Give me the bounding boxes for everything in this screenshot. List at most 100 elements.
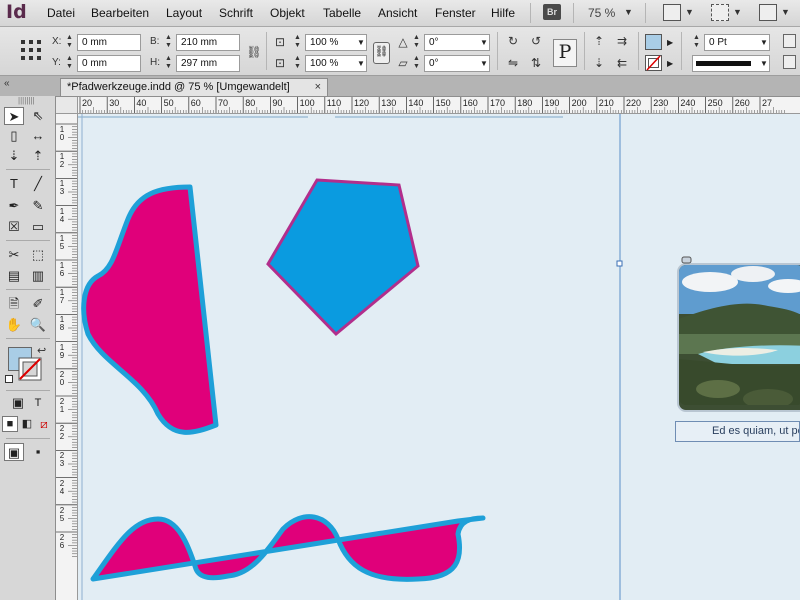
panel-separator — [681, 32, 682, 70]
apply-gradient-icon[interactable]: ◧ — [19, 416, 35, 432]
width-spinner[interactable]: ▲ ▼ — [164, 34, 173, 51]
content-placer-icon[interactable]: ⇡ — [28, 147, 48, 165]
panel-grip-icon[interactable]: |||||||| — [18, 96, 35, 105]
zoom-level-dropdown[interactable]: 75 % — [588, 0, 615, 26]
screen-mode-preview-icon[interactable]: ▪ — [28, 443, 48, 461]
type-tool-icon[interactable]: T — [4, 175, 24, 193]
direct-selection-tool-icon[interactable]: ⇖ — [28, 107, 48, 125]
pen-tool-icon[interactable]: ✒ — [4, 197, 24, 215]
rotate-counterclockwise-icon[interactable]: ↺ — [528, 33, 544, 49]
flip-horizontal-icon[interactable]: ⇋ — [505, 55, 521, 71]
wave-shape[interactable] — [90, 514, 486, 582]
menu-hilfe[interactable]: Hilfe — [491, 0, 515, 26]
view-options-icon[interactable] — [663, 4, 681, 21]
default-fill-stroke-icon[interactable] — [5, 375, 13, 383]
close-icon[interactable]: × — [315, 79, 321, 96]
canvas-artwork — [78, 114, 800, 600]
free-transform-tool-icon[interactable]: ⬚ — [28, 246, 48, 264]
collapse-panel-icon[interactable]: « — [4, 78, 10, 89]
rotation-spinner[interactable]: ▲ ▼ — [412, 34, 421, 51]
swap-fill-stroke-icon[interactable]: ↩ — [37, 344, 46, 357]
y-spinner[interactable]: ▲ ▼ — [65, 55, 74, 72]
formatting-text-icon[interactable]: T — [28, 394, 48, 412]
pencil-tool-icon[interactable]: ✎ — [28, 197, 48, 215]
document-canvas[interactable]: Ed es quiam, ut pe — [78, 114, 800, 600]
menu-schrift[interactable]: Schrift — [219, 0, 253, 26]
bridge-button[interactable]: Br — [543, 4, 561, 20]
rectangle-frame-tool-icon[interactable]: ☒ — [4, 218, 24, 236]
apply-none-icon[interactable]: ⧄ — [36, 416, 52, 432]
note-tool-icon[interactable]: 🗎 — [4, 295, 24, 313]
constrain-proportions-icon[interactable]: ⛓ — [246, 44, 262, 60]
rectangle-tool-icon[interactable]: ▭ — [28, 218, 48, 236]
line-tool-icon[interactable]: ╱ — [28, 175, 48, 193]
zoom-tool-icon[interactable]: 🔍 — [28, 316, 48, 334]
horizontal-ruler[interactable]: 20 30 40 50 60 70 80 90 100 110 120 130 140 150 160 170… — [78, 97, 800, 114]
width-label: B: — [150, 36, 160, 47]
chevron-down-icon: ▼ — [624, 7, 633, 17]
menu-ansicht[interactable]: Ansicht — [378, 0, 417, 26]
ruler-tick-label: 130 — [381, 98, 397, 108]
apply-color-icon[interactable]: ■ — [2, 416, 18, 432]
ruler-tick-label: 24 — [59, 478, 65, 496]
gradient-feather-tool-icon[interactable]: ▥ — [28, 267, 48, 285]
gap-tool-icon[interactable]: ↔ — [28, 127, 48, 145]
select-container-icon[interactable]: ⇡ — [591, 33, 607, 49]
eyedropper-tool-icon[interactable]: ✐ — [28, 295, 48, 313]
menu-objekt[interactable]: Objekt — [270, 0, 305, 26]
tool-separator — [6, 240, 50, 241]
page-tool-icon[interactable]: ▯ — [4, 127, 24, 145]
reference-point-icon[interactable] — [20, 39, 42, 61]
scale-x-spinner[interactable]: ▲ ▼ — [293, 34, 302, 51]
image-caption[interactable]: Ed es quiam, ut pe — [675, 421, 800, 442]
select-content-icon[interactable]: ⇣ — [591, 55, 607, 71]
arrange-documents-icon[interactable] — [759, 4, 777, 21]
scale-y-spinner[interactable]: ▲ ▼ — [293, 55, 302, 72]
bell-shape[interactable] — [81, 184, 219, 435]
menu-tabelle[interactable]: Tabelle — [323, 0, 361, 26]
height-spinner[interactable]: ▲ ▼ — [164, 55, 173, 72]
x-field[interactable]: 0 mm — [77, 34, 141, 51]
select-next-object-icon[interactable]: ⇉ — [614, 33, 630, 49]
height-field[interactable]: 297 mm — [176, 55, 240, 72]
stroke-weight-spinner[interactable]: ▲ ▼ — [692, 34, 701, 51]
scissors-tool-icon[interactable]: ✂ — [4, 246, 24, 264]
screen-mode-normal-icon[interactable]: ▣ — [4, 443, 24, 461]
panel-separator — [266, 32, 267, 70]
formatting-container-icon[interactable]: ▣ — [8, 394, 28, 412]
stroke-none-swatch-icon[interactable] — [645, 55, 662, 71]
y-field[interactable]: 0 mm — [77, 55, 141, 72]
ruler-origin[interactable] — [56, 97, 78, 114]
ruler-tick-label: 19 — [59, 342, 65, 360]
ruler-tick-label: 10 — [59, 125, 65, 142]
document-tab[interactable]: *Pfadwerkzeuge.indd @ 75 % [Umgewandelt]… — [60, 78, 328, 96]
link-scale-icon[interactable]: ⛓ — [373, 42, 390, 64]
stroke-type-dropdown[interactable] — [692, 55, 770, 72]
flip-vertical-icon[interactable]: ⇅ — [528, 55, 544, 71]
vertical-ruler[interactable]: 10 12 13 14 15 16 17 18 19 20 21 22 23 24 25 26 — [56, 114, 78, 600]
fill-swatch[interactable] — [645, 34, 662, 50]
landscape-image-frame[interactable] — [677, 256, 800, 414]
screen-mode-icon[interactable] — [711, 4, 729, 21]
menu-fenster[interactable]: Fenster — [435, 0, 476, 26]
stroke-none-swatch-icon[interactable] — [18, 357, 42, 381]
shear-spinner[interactable]: ▲ ▼ — [412, 55, 421, 72]
width-field[interactable]: 210 mm — [176, 34, 240, 51]
x-spinner[interactable]: ▲ ▼ — [65, 34, 74, 51]
content-collector-icon[interactable]: ⇣ — [4, 147, 24, 165]
menu-layout[interactable]: Layout — [166, 0, 202, 26]
ruler-tick-label: 200 — [571, 98, 587, 108]
frame-fitting-icon[interactable] — [783, 55, 796, 69]
pentagon-shape[interactable] — [266, 178, 420, 337]
gradient-swatch-tool-icon[interactable]: ▤ — [4, 267, 24, 285]
select-previous-object-icon[interactable]: ⇇ — [614, 55, 630, 71]
rotate-clockwise-icon[interactable]: ↻ — [505, 33, 521, 49]
frame-fitting-icon[interactable] — [783, 34, 796, 48]
ruler-tick-label: 60 — [190, 98, 201, 108]
menu-datei[interactable]: Datei — [47, 0, 75, 26]
ruler-tick-label: 17 — [59, 288, 65, 306]
hand-tool-icon[interactable]: ✋ — [4, 316, 24, 334]
selection-handle[interactable] — [616, 260, 623, 267]
selection-tool-icon[interactable]: ➤ — [4, 107, 24, 125]
menu-bearbeiten[interactable]: Bearbeiten — [91, 0, 149, 26]
